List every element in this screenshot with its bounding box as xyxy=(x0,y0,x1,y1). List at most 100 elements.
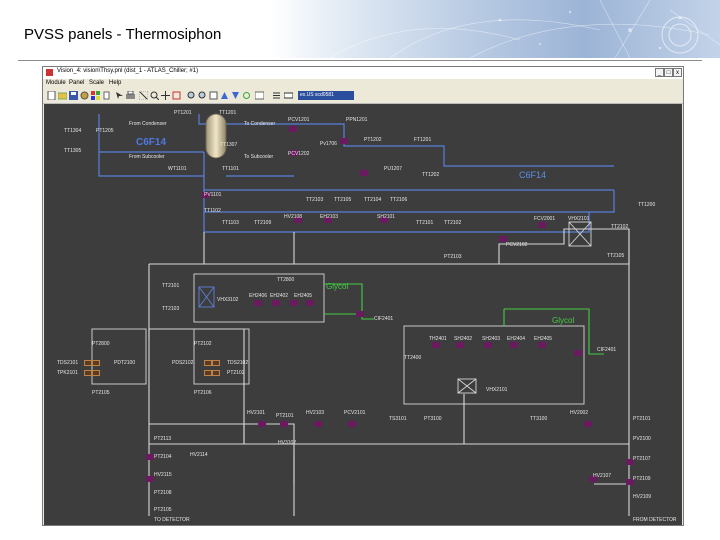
tag-tt1102: TT1102 xyxy=(204,208,221,214)
tag-tt1304: TT1304 xyxy=(64,128,82,134)
menu-module[interactable]: Module xyxy=(46,80,66,86)
tag-tt1305: TT1305 xyxy=(64,148,82,154)
pds2102-indicator xyxy=(204,370,212,376)
sh2402-heater[interactable] xyxy=(456,342,464,348)
up-icon[interactable] xyxy=(220,91,229,100)
th2401-device[interactable] xyxy=(432,342,440,348)
eh2405-heater[interactable] xyxy=(290,300,298,306)
tag-pt1201: PT1201 xyxy=(174,110,192,116)
eh2404-heater[interactable] xyxy=(510,342,518,348)
print-preview-icon[interactable] xyxy=(209,91,218,100)
counter-icon[interactable] xyxy=(284,91,293,100)
open-folder-icon[interactable] xyxy=(58,91,67,100)
close-button[interactable]: x xyxy=(673,68,682,77)
down-icon[interactable] xyxy=(231,91,240,100)
tag-pt1205: PT1205 xyxy=(96,128,114,134)
pcv2101-valve[interactable] xyxy=(348,421,356,427)
eh2405b-heater[interactable] xyxy=(538,342,546,348)
tag-tt1103: TT1103 xyxy=(222,220,239,226)
tag-tt2105b: TT2105 xyxy=(607,253,625,259)
tag-tds2101: TDS2101 xyxy=(57,360,79,366)
crop-icon[interactable] xyxy=(172,91,181,100)
tag-eh2402: EH2402 xyxy=(270,293,289,299)
tag-pcv2102: PCV2102 xyxy=(506,242,528,248)
tag-pdt2100: PDT2100 xyxy=(114,360,136,366)
tds2101b-indicator xyxy=(92,360,100,366)
tag-tt2104: TT2104 xyxy=(364,197,382,203)
zoom-icon[interactable] xyxy=(150,91,159,100)
color-icon[interactable] xyxy=(91,91,100,100)
tag-pt2103: PT2103 xyxy=(444,254,462,260)
tag-from-condenser: From Condenser xyxy=(129,121,167,127)
fcv2001-valve[interactable] xyxy=(538,222,546,228)
tag-tt2101: TT2101 xyxy=(416,220,434,226)
hv2101-valve[interactable] xyxy=(258,421,266,427)
pt2101-device[interactable] xyxy=(280,421,288,427)
tag-pt2109: PT2109 xyxy=(633,476,651,482)
tag-pt2106: PT2106 xyxy=(194,390,212,396)
tag-hv2108: HV2108 xyxy=(284,214,303,220)
tag-tt1307: TT1307 xyxy=(220,142,238,148)
tag-to-subcooler: To Subcooler xyxy=(244,154,274,160)
tag-tt3100: TT3100 xyxy=(530,416,548,422)
cif2401b-device[interactable] xyxy=(574,350,582,356)
tag-hv2114: HV2114 xyxy=(190,452,208,458)
tag-pt2113: PT2113 xyxy=(154,436,172,442)
minimize-button[interactable]: _ xyxy=(655,68,664,77)
sh2403-heater[interactable] xyxy=(484,342,492,348)
list-icon[interactable] xyxy=(272,91,281,100)
hv2002-valve[interactable] xyxy=(584,421,592,427)
panel-selector[interactable]: ex.US scd0581 xyxy=(298,91,354,100)
maximize-button[interactable]: □ xyxy=(664,68,673,77)
menu-panel[interactable]: Panel xyxy=(69,80,84,86)
slide-title: PVSS panels - Thermosiphon xyxy=(24,26,222,43)
ppn1201-device[interactable] xyxy=(340,138,348,144)
menu-help[interactable]: Help xyxy=(109,80,121,86)
new-icon[interactable] xyxy=(47,91,56,100)
tag-tt1101: TT1101 xyxy=(222,166,239,172)
tag-sh2402: SH2402 xyxy=(454,336,473,342)
pu1207-device[interactable] xyxy=(360,170,368,176)
pcv1201-valve[interactable] xyxy=(289,126,297,132)
eh2406-heater[interactable] xyxy=(254,300,262,306)
refresh-icon[interactable] xyxy=(242,91,251,100)
tag-hv2107: HV2107 xyxy=(593,473,612,479)
tag-tt2103: TT2103 xyxy=(306,197,324,203)
zoom-out-icon[interactable] xyxy=(198,91,207,100)
tag-vhx2101b: VHX2101 xyxy=(486,387,508,393)
hv2115-valve[interactable] xyxy=(146,476,154,482)
eh-heater[interactable] xyxy=(306,300,314,306)
hv2114-valve[interactable] xyxy=(146,454,154,460)
print-icon[interactable] xyxy=(126,91,135,100)
eh2402-heater[interactable] xyxy=(272,300,280,306)
tag-pv1101: PV1101 xyxy=(204,192,222,198)
pointer-icon[interactable] xyxy=(115,91,124,100)
edit-icon[interactable] xyxy=(102,91,111,100)
pds2102b-indicator xyxy=(212,370,220,376)
c6f14-label-left: C6F14 xyxy=(136,137,167,148)
tag-tt1201: TT1201 xyxy=(219,110,237,116)
zoom-in-icon[interactable] xyxy=(187,91,196,100)
tag-to-detector: TO DETECTOR xyxy=(154,517,190,523)
select-icon[interactable] xyxy=(139,91,148,100)
window-titlebar[interactable]: Vision_4: vision\Thsy.pnl (dist_1 - ATLA… xyxy=(43,67,683,79)
tag-wt1101: WT1101 xyxy=(168,166,187,172)
save-icon[interactable] xyxy=(69,91,78,100)
cif2401-device[interactable] xyxy=(356,311,364,317)
hv2103-valve[interactable] xyxy=(314,421,322,427)
menu-scale[interactable]: Scale xyxy=(89,80,104,86)
move-icon[interactable] xyxy=(161,91,170,100)
tag-fcv2001: FCV2001 xyxy=(534,216,556,222)
tpk2101b-indicator xyxy=(92,370,100,376)
tag-pt2107: PT2107 xyxy=(633,456,651,462)
tag-tt1200: TT1200 xyxy=(638,202,656,208)
tag-vhx3102: VHX3102 xyxy=(217,297,239,303)
tag-vhx2101: VHX2101 xyxy=(568,216,590,222)
tag-tt2109: TT2109 xyxy=(254,220,272,226)
tds2102b-indicator xyxy=(212,360,220,366)
tag-tds2102: TDS2102 xyxy=(227,360,249,366)
info-icon[interactable] xyxy=(255,91,264,100)
thermosiphon-tank xyxy=(205,113,227,159)
settings-icon[interactable] xyxy=(80,91,89,100)
glycol-label-2: Glycol xyxy=(552,316,575,325)
